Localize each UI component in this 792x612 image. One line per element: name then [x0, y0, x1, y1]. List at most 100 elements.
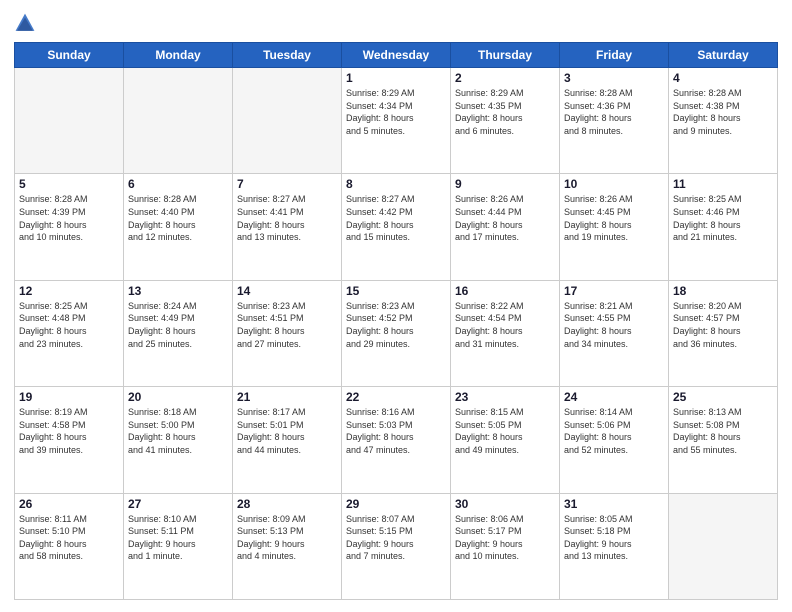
day-number: 10 — [564, 177, 664, 191]
day-cell: 6 Sunrise: 8:28 AM Sunset: 4:40 PM Daylig… — [124, 174, 233, 280]
day-info: Sunrise: 8:05 AM Sunset: 5:18 PM Dayligh… — [564, 513, 664, 563]
day-cell: 26Sunrise: 8:11 AM Sunset: 5:10 PM Dayli… — [15, 493, 124, 599]
day-number: 18 — [673, 284, 773, 298]
day-number: 20 — [128, 390, 228, 404]
weekday-header-row: SundayMondayTuesdayWednesdayThursdayFrid… — [15, 43, 778, 68]
day-info: Sunrise: 8:25 AM Sunset: 4:46 PM Dayligh… — [673, 193, 773, 243]
day-info: Sunrise: 8:24 AM Sunset: 4:49 PM Dayligh… — [128, 300, 228, 350]
day-info: Sunrise: 8:25 AM Sunset: 4:48 PM Dayligh… — [19, 300, 119, 350]
day-info: Sunrise: 8:28 AM Sunset: 4:38 PM Dayligh… — [673, 87, 773, 137]
logo — [14, 12, 40, 34]
day-cell: 16 Sunrise: 8:22 AM Sunset: 4:54 PM Dayli… — [451, 280, 560, 386]
day-info: Sunrise: 8:27 AM Sunset: 4:41 PM Dayligh… — [237, 193, 337, 243]
day-cell — [15, 68, 124, 174]
day-info: Sunrise: 8:07 AM Sunset: 5:15 PM Dayligh… — [346, 513, 446, 563]
week-row-4: 26Sunrise: 8:11 AM Sunset: 5:10 PM Dayli… — [15, 493, 778, 599]
day-cell: 30 Sunrise: 8:06 AM Sunset: 5:17 PM Dayli… — [451, 493, 560, 599]
day-number: 24 — [564, 390, 664, 404]
day-number: 15 — [346, 284, 446, 298]
day-cell: 1Sunrise: 8:29 AM Sunset: 4:34 PM Daylig… — [342, 68, 451, 174]
day-info: Sunrise: 8:15 AM Sunset: 5:05 PM Dayligh… — [455, 406, 555, 456]
day-cell: 9 Sunrise: 8:26 AM Sunset: 4:44 PM Daylig… — [451, 174, 560, 280]
day-cell: 23Sunrise: 8:15 AM Sunset: 5:05 PM Dayli… — [451, 387, 560, 493]
day-cell: 4 Sunrise: 8:28 AM Sunset: 4:38 PM Daylig… — [669, 68, 778, 174]
day-info: Sunrise: 8:28 AM Sunset: 4:36 PM Dayligh… — [564, 87, 664, 137]
day-cell — [124, 68, 233, 174]
day-cell: 2 Sunrise: 8:29 AM Sunset: 4:35 PM Daylig… — [451, 68, 560, 174]
day-cell: 17Sunrise: 8:21 AM Sunset: 4:55 PM Dayli… — [560, 280, 669, 386]
day-info: Sunrise: 8:28 AM Sunset: 4:40 PM Dayligh… — [128, 193, 228, 243]
day-info: Sunrise: 8:26 AM Sunset: 4:45 PM Dayligh… — [564, 193, 664, 243]
day-info: Sunrise: 8:19 AM Sunset: 4:58 PM Dayligh… — [19, 406, 119, 456]
page: SundayMondayTuesdayWednesdayThursdayFrid… — [0, 0, 792, 612]
weekday-saturday: Saturday — [669, 43, 778, 68]
day-cell: 25Sunrise: 8:13 AM Sunset: 5:08 PM Dayli… — [669, 387, 778, 493]
day-number: 2 — [455, 71, 555, 85]
day-info: Sunrise: 8:14 AM Sunset: 5:06 PM Dayligh… — [564, 406, 664, 456]
day-number: 13 — [128, 284, 228, 298]
day-cell: 24 Sunrise: 8:14 AM Sunset: 5:06 PM Dayli… — [560, 387, 669, 493]
day-number: 7 — [237, 177, 337, 191]
day-info: Sunrise: 8:27 AM Sunset: 4:42 PM Dayligh… — [346, 193, 446, 243]
day-cell: 22 Sunrise: 8:16 AM Sunset: 5:03 PM Dayli… — [342, 387, 451, 493]
day-info: Sunrise: 8:22 AM Sunset: 4:54 PM Dayligh… — [455, 300, 555, 350]
day-cell: 15 Sunrise: 8:23 AM Sunset: 4:52 PM Dayli… — [342, 280, 451, 386]
day-number: 11 — [673, 177, 773, 191]
day-cell: 13 Sunrise: 8:24 AM Sunset: 4:49 PM Dayli… — [124, 280, 233, 386]
day-cell: 29Sunrise: 8:07 AM Sunset: 5:15 PM Dayli… — [342, 493, 451, 599]
day-info: Sunrise: 8:21 AM Sunset: 4:55 PM Dayligh… — [564, 300, 664, 350]
day-cell: 3Sunrise: 8:28 AM Sunset: 4:36 PM Daylig… — [560, 68, 669, 174]
day-cell: 7 Sunrise: 8:27 AM Sunset: 4:41 PM Daylig… — [233, 174, 342, 280]
day-cell: 20 Sunrise: 8:18 AM Sunset: 5:00 PM Dayli… — [124, 387, 233, 493]
day-cell: 19 Sunrise: 8:19 AM Sunset: 4:58 PM Dayli… — [15, 387, 124, 493]
day-number: 27 — [128, 497, 228, 511]
day-info: Sunrise: 8:16 AM Sunset: 5:03 PM Dayligh… — [346, 406, 446, 456]
day-number: 4 — [673, 71, 773, 85]
day-cell: 27 Sunrise: 8:10 AM Sunset: 5:11 PM Dayli… — [124, 493, 233, 599]
day-number: 5 — [19, 177, 119, 191]
day-cell: 18 Sunrise: 8:20 AM Sunset: 4:57 PM Dayli… — [669, 280, 778, 386]
weekday-friday: Friday — [560, 43, 669, 68]
day-number: 9 — [455, 177, 555, 191]
day-number: 25 — [673, 390, 773, 404]
weekday-sunday: Sunday — [15, 43, 124, 68]
day-info: Sunrise: 8:26 AM Sunset: 4:44 PM Dayligh… — [455, 193, 555, 243]
day-info: Sunrise: 8:23 AM Sunset: 4:52 PM Dayligh… — [346, 300, 446, 350]
day-info: Sunrise: 8:29 AM Sunset: 4:35 PM Dayligh… — [455, 87, 555, 137]
weekday-thursday: Thursday — [451, 43, 560, 68]
day-cell: 31 Sunrise: 8:05 AM Sunset: 5:18 PM Dayli… — [560, 493, 669, 599]
day-number: 19 — [19, 390, 119, 404]
day-number: 6 — [128, 177, 228, 191]
day-number: 22 — [346, 390, 446, 404]
day-info: Sunrise: 8:18 AM Sunset: 5:00 PM Dayligh… — [128, 406, 228, 456]
header — [14, 12, 778, 34]
day-cell: 10 Sunrise: 8:26 AM Sunset: 4:45 PM Dayli… — [560, 174, 669, 280]
day-info: Sunrise: 8:10 AM Sunset: 5:11 PM Dayligh… — [128, 513, 228, 563]
day-info: Sunrise: 8:11 AM Sunset: 5:10 PM Dayligh… — [19, 513, 119, 563]
day-number: 16 — [455, 284, 555, 298]
day-cell: 28Sunrise: 8:09 AM Sunset: 5:13 PM Dayli… — [233, 493, 342, 599]
day-info: Sunrise: 8:29 AM Sunset: 4:34 PM Dayligh… — [346, 87, 446, 137]
day-number: 30 — [455, 497, 555, 511]
weekday-tuesday: Tuesday — [233, 43, 342, 68]
day-number: 21 — [237, 390, 337, 404]
week-row-2: 12 Sunrise: 8:25 AM Sunset: 4:48 PM Dayli… — [15, 280, 778, 386]
day-number: 31 — [564, 497, 664, 511]
day-info: Sunrise: 8:20 AM Sunset: 4:57 PM Dayligh… — [673, 300, 773, 350]
day-cell: 14Sunrise: 8:23 AM Sunset: 4:51 PM Dayli… — [233, 280, 342, 386]
day-cell: 5Sunrise: 8:28 AM Sunset: 4:39 PM Daylig… — [15, 174, 124, 280]
day-cell: 11 Sunrise: 8:25 AM Sunset: 4:46 PM Dayli… — [669, 174, 778, 280]
day-cell — [669, 493, 778, 599]
day-info: Sunrise: 8:06 AM Sunset: 5:17 PM Dayligh… — [455, 513, 555, 563]
week-row-1: 5Sunrise: 8:28 AM Sunset: 4:39 PM Daylig… — [15, 174, 778, 280]
day-number: 12 — [19, 284, 119, 298]
week-row-3: 19 Sunrise: 8:19 AM Sunset: 4:58 PM Dayli… — [15, 387, 778, 493]
week-row-0: 1Sunrise: 8:29 AM Sunset: 4:34 PM Daylig… — [15, 68, 778, 174]
day-info: Sunrise: 8:23 AM Sunset: 4:51 PM Dayligh… — [237, 300, 337, 350]
day-info: Sunrise: 8:09 AM Sunset: 5:13 PM Dayligh… — [237, 513, 337, 563]
weekday-wednesday: Wednesday — [342, 43, 451, 68]
day-cell: 8 Sunrise: 8:27 AM Sunset: 4:42 PM Daylig… — [342, 174, 451, 280]
day-number: 8 — [346, 177, 446, 191]
weekday-monday: Monday — [124, 43, 233, 68]
day-cell — [233, 68, 342, 174]
